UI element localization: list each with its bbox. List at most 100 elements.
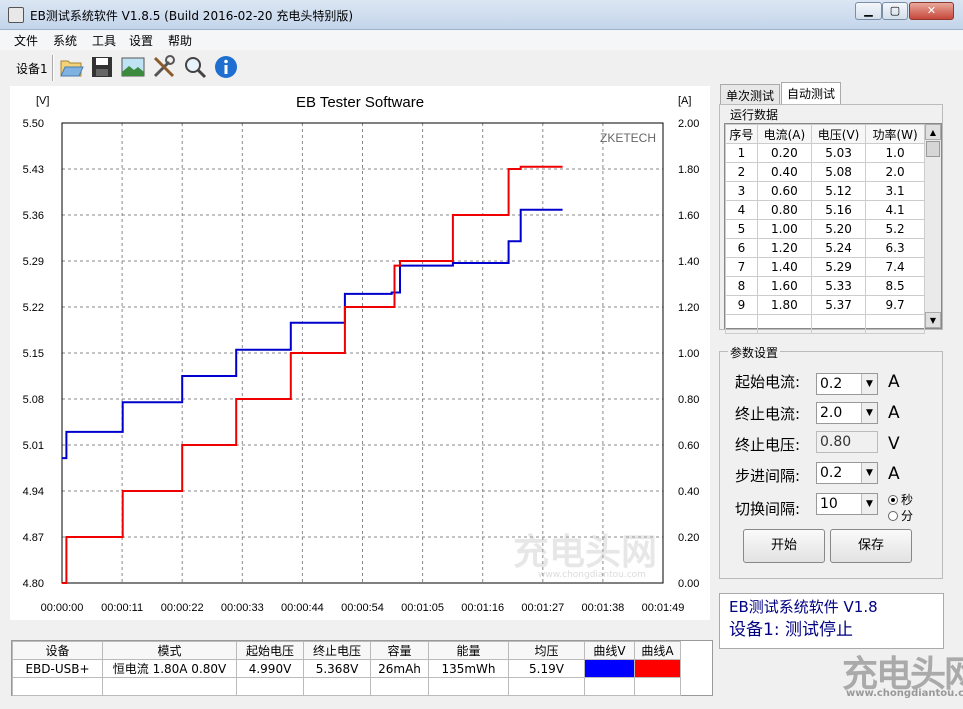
curve-a-swatch[interactable] <box>634 659 681 678</box>
open-folder-icon[interactable] <box>58 54 84 80</box>
chevron-down-icon[interactable]: ▼ <box>861 463 877 483</box>
status-panel: EB测试系统软件 V1.8 设备1: 测试停止 <box>719 593 944 649</box>
run-data-table: 序号 电流(A) 电压(V) 功率(W) 1 0.20 5.03 1.0 2 0.40 5.08 2… <box>724 123 942 334</box>
menu-settings[interactable]: 设置 <box>129 32 153 49</box>
menu-system[interactable]: 系统 <box>53 32 77 49</box>
y-left-tick-label: 4.87 <box>23 532 44 544</box>
table-cell: 5.03 <box>810 143 867 163</box>
end-voltage-field[interactable]: 0.80 <box>816 431 878 453</box>
tab-auto-test[interactable]: 自动测试 <box>781 82 842 104</box>
y-right-tick-label: 0.60 <box>678 440 699 452</box>
info-icon[interactable] <box>213 54 239 80</box>
x-tick-label: 00:00:22 <box>161 602 204 614</box>
menu-help[interactable]: 帮助 <box>168 32 192 49</box>
summary-header: 能量 <box>428 641 509 660</box>
image-icon[interactable] <box>120 54 146 80</box>
step-interval-select[interactable]: 0.2 ▼ <box>816 462 878 484</box>
menu-tools[interactable]: 工具 <box>92 32 116 49</box>
table-cell: 8.5 <box>865 276 925 296</box>
radio-checked-icon[interactable] <box>888 495 898 505</box>
save-button[interactable]: 保存 <box>830 529 912 563</box>
start-current-unit: A <box>888 372 900 392</box>
x-tick-label: 00:00:00 <box>41 602 84 614</box>
table-row[interactable]: 3 0.60 5.12 3.1 <box>725 181 925 201</box>
summary-cell: 135mWh <box>428 659 509 678</box>
scroll-up-icon[interactable]: ▲ <box>925 124 941 140</box>
summary-cell: 26mAh <box>370 659 429 678</box>
radio-seconds-label: 秒 <box>901 493 914 507</box>
run-table-header: 序号 <box>725 124 758 144</box>
summary-cell: 4.990V <box>236 659 304 678</box>
table-cell: 4.1 <box>865 200 925 220</box>
scroll-down-icon[interactable]: ▼ <box>925 312 941 328</box>
table-cell: 6 <box>725 238 758 258</box>
table-cell: 0.60 <box>756 181 812 201</box>
end-current-select[interactable]: 2.0 ▼ <box>816 402 878 424</box>
save-icon[interactable] <box>89 54 115 80</box>
table-row[interactable]: 9 1.80 5.37 9.7 <box>725 295 925 315</box>
end-current-unit: A <box>888 403 900 423</box>
table-cell: 4 <box>725 200 758 220</box>
y-left-tick-label: 5.43 <box>23 164 44 176</box>
summary-cell: 恒电流 1.80A 0.80V <box>102 659 237 678</box>
table-row[interactable]: 6 1.20 5.24 6.3 <box>725 238 925 258</box>
menu-file[interactable]: 文件 <box>14 32 38 49</box>
table-row[interactable]: 4 0.80 5.16 4.1 <box>725 200 925 220</box>
close-button[interactable]: ✕ <box>909 2 954 20</box>
table-cell <box>725 314 758 334</box>
summary-cell: EBD-USB+ <box>12 659 103 678</box>
menu-bar: 文件 系统 工具 设置 帮助 <box>0 30 963 50</box>
table-cell: 2 <box>725 162 758 182</box>
chevron-down-icon[interactable]: ▼ <box>861 374 877 394</box>
start-button[interactable]: 开始 <box>743 529 825 563</box>
chevron-down-icon[interactable]: ▼ <box>861 494 877 514</box>
table-cell: 1.60 <box>756 276 812 296</box>
table-cell: 3 <box>725 181 758 201</box>
minimize-button[interactable]: ▁ <box>855 2 882 20</box>
table-cell: 0.80 <box>756 200 812 220</box>
summary-header: 曲线V <box>584 641 635 660</box>
table-cell: 5.2 <box>865 219 925 239</box>
y-right-tick-label: 1.40 <box>678 256 699 268</box>
table-row[interactable]: 1 0.20 5.03 1.0 <box>725 143 925 163</box>
table-row[interactable]: 2 0.40 5.08 2.0 <box>725 162 925 182</box>
toolbar: 设备1 <box>0 50 963 84</box>
table-cell: 5.12 <box>810 181 867 201</box>
run-data-title: 运行数据 <box>728 106 781 123</box>
radio-minutes[interactable]: 分 <box>888 507 913 524</box>
table-cell: 5.24 <box>810 238 867 258</box>
table-cell <box>810 314 867 334</box>
table-row[interactable]: 8 1.60 5.33 8.5 <box>725 276 925 296</box>
table-cell: 3.1 <box>865 181 925 201</box>
table-row[interactable]: 5 1.00 5.20 5.2 <box>725 219 925 239</box>
table-cell: 1.0 <box>865 143 925 163</box>
curve-v-swatch[interactable] <box>584 659 635 678</box>
scroll-thumb[interactable] <box>926 141 940 157</box>
table-cell: 6.3 <box>865 238 925 258</box>
step-interval-label: 步进间隔: <box>735 467 801 485</box>
tools-icon[interactable] <box>151 54 177 80</box>
chevron-down-icon[interactable]: ▼ <box>861 403 877 423</box>
search-icon[interactable] <box>182 54 208 80</box>
start-current-select[interactable]: 0.2 ▼ <box>816 373 878 395</box>
table-row[interactable]: 7 1.40 5.29 7.4 <box>725 257 925 277</box>
table-cell: 1.40 <box>756 257 812 277</box>
x-tick-label: 00:00:33 <box>221 602 264 614</box>
summary-cell: 5.19V <box>508 659 585 678</box>
y-right-tick-label: 0.00 <box>678 578 699 590</box>
chart-logo-watermark: 充电头网 www.chongdiantou.com <box>513 532 657 580</box>
tab-single-test[interactable]: 单次测试 <box>720 84 781 104</box>
y-left-tick-label: 5.50 <box>23 118 44 130</box>
logo-url: www.chongdiantou.com <box>538 570 646 580</box>
table-cell: 1.80 <box>756 295 812 315</box>
vertical-scrollbar[interactable]: ▲ ▼ <box>924 124 941 328</box>
table-cell: 0.40 <box>756 162 812 182</box>
brand-watermark-url: www.chongdiantou.com <box>846 688 963 699</box>
end-current-label: 终止电流: <box>735 405 801 423</box>
radio-seconds[interactable]: 秒 <box>888 491 913 508</box>
maximize-button[interactable]: ▢ <box>882 2 908 20</box>
switch-interval-select[interactable]: 10 ▼ <box>816 493 878 515</box>
table-cell: 5.37 <box>810 295 867 315</box>
x-tick-label: 00:01:16 <box>461 602 504 614</box>
radio-unchecked-icon[interactable] <box>888 511 898 521</box>
